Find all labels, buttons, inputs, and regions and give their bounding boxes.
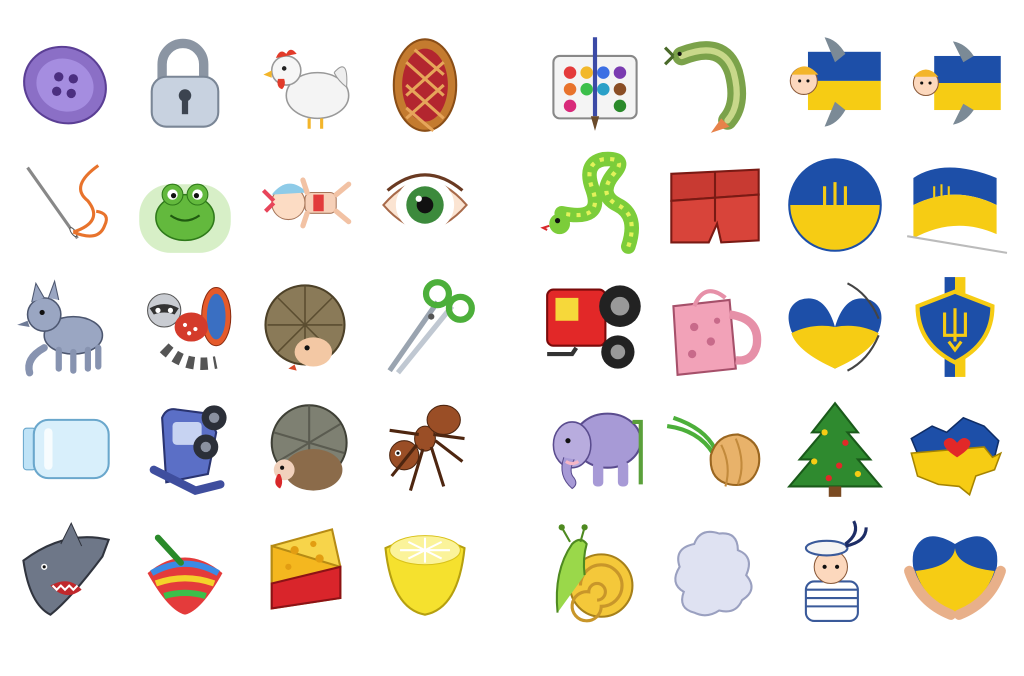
picture-card [780, 510, 890, 632]
picture-card [660, 388, 770, 510]
ukraine-flag-icon [906, 167, 1008, 254]
ant-icon [389, 404, 465, 492]
picture-card [250, 22, 360, 144]
picture-card [780, 144, 890, 266]
picture-card [900, 388, 1010, 510]
heart-palms-icon [904, 536, 1006, 620]
picture-card [130, 266, 240, 388]
onion-icon [666, 415, 761, 487]
picture-card [660, 266, 770, 388]
cloud-icon [674, 530, 753, 617]
picture-card [660, 510, 770, 632]
frog-icon [139, 183, 231, 253]
jar-icon [22, 418, 110, 480]
picture-card [370, 266, 480, 388]
picture-card [10, 266, 120, 388]
picture-card [780, 22, 890, 144]
snail-icon [555, 524, 634, 623]
button-icon [23, 45, 107, 125]
picture-card [900, 266, 1010, 388]
picture-card [250, 144, 360, 266]
needle-thread-icon [26, 164, 108, 240]
picture-card [540, 144, 650, 266]
picture-card [250, 388, 360, 510]
picture-card [130, 388, 240, 510]
picture-card [250, 510, 360, 632]
picture-card [370, 510, 480, 632]
hedgehog-icon [264, 284, 346, 371]
picture-card [780, 388, 890, 510]
picture-card [130, 510, 240, 632]
picture-card [900, 510, 1010, 632]
trident-shield-icon [915, 277, 995, 377]
lemon-icon [384, 535, 466, 616]
picture-card [780, 266, 890, 388]
picture-card [900, 22, 1010, 144]
picture-card [130, 144, 240, 266]
picture-sheet [0, 0, 1024, 676]
picture-card [900, 144, 1010, 266]
heart-hands-icon [788, 282, 882, 372]
picture-card [130, 22, 240, 144]
elephant-icon [552, 412, 643, 490]
right-page-grid [540, 22, 1010, 632]
boy-with-flag-small-icon [912, 41, 1001, 125]
raccoon-icon [147, 286, 232, 371]
trident-circle-icon [788, 158, 882, 252]
tractor-icon [546, 285, 641, 369]
picture-card [10, 510, 120, 632]
christmas-tree-icon [786, 401, 884, 497]
picture-card [10, 22, 120, 144]
ukraine-map-icon [910, 416, 1003, 497]
picture-card [660, 22, 770, 144]
picture-card [370, 388, 480, 510]
sailor-boy-icon [804, 520, 868, 622]
shark-icon [22, 521, 111, 616]
cheese-icon [270, 528, 342, 610]
paint-palette-icon [552, 37, 638, 131]
picture-card [660, 144, 770, 266]
toy-car-icon [149, 405, 227, 496]
picture-card [540, 266, 650, 388]
mug-icon [672, 289, 762, 376]
picture-card [540, 22, 650, 144]
boy-with-flag-icon [789, 37, 881, 127]
pie-icon [392, 38, 458, 133]
pike-fish-icon [663, 41, 747, 133]
picture-card [370, 22, 480, 144]
picture-card [370, 144, 480, 266]
doll-icon [261, 177, 352, 229]
scissors-icon [387, 279, 475, 375]
wolf-icon [17, 279, 104, 377]
picture-card [250, 266, 360, 388]
snake-icon [540, 151, 639, 254]
eye-icon [382, 173, 468, 233]
picture-card [540, 388, 650, 510]
padlock-icon [150, 38, 220, 128]
rooster-icon [263, 49, 350, 129]
turkey-icon [270, 404, 348, 491]
trousers-icon [670, 168, 760, 244]
picture-card [540, 510, 650, 632]
picture-card [10, 144, 120, 266]
picture-card [10, 388, 120, 510]
left-page-grid [10, 22, 480, 632]
spinning-top-icon [147, 534, 223, 615]
